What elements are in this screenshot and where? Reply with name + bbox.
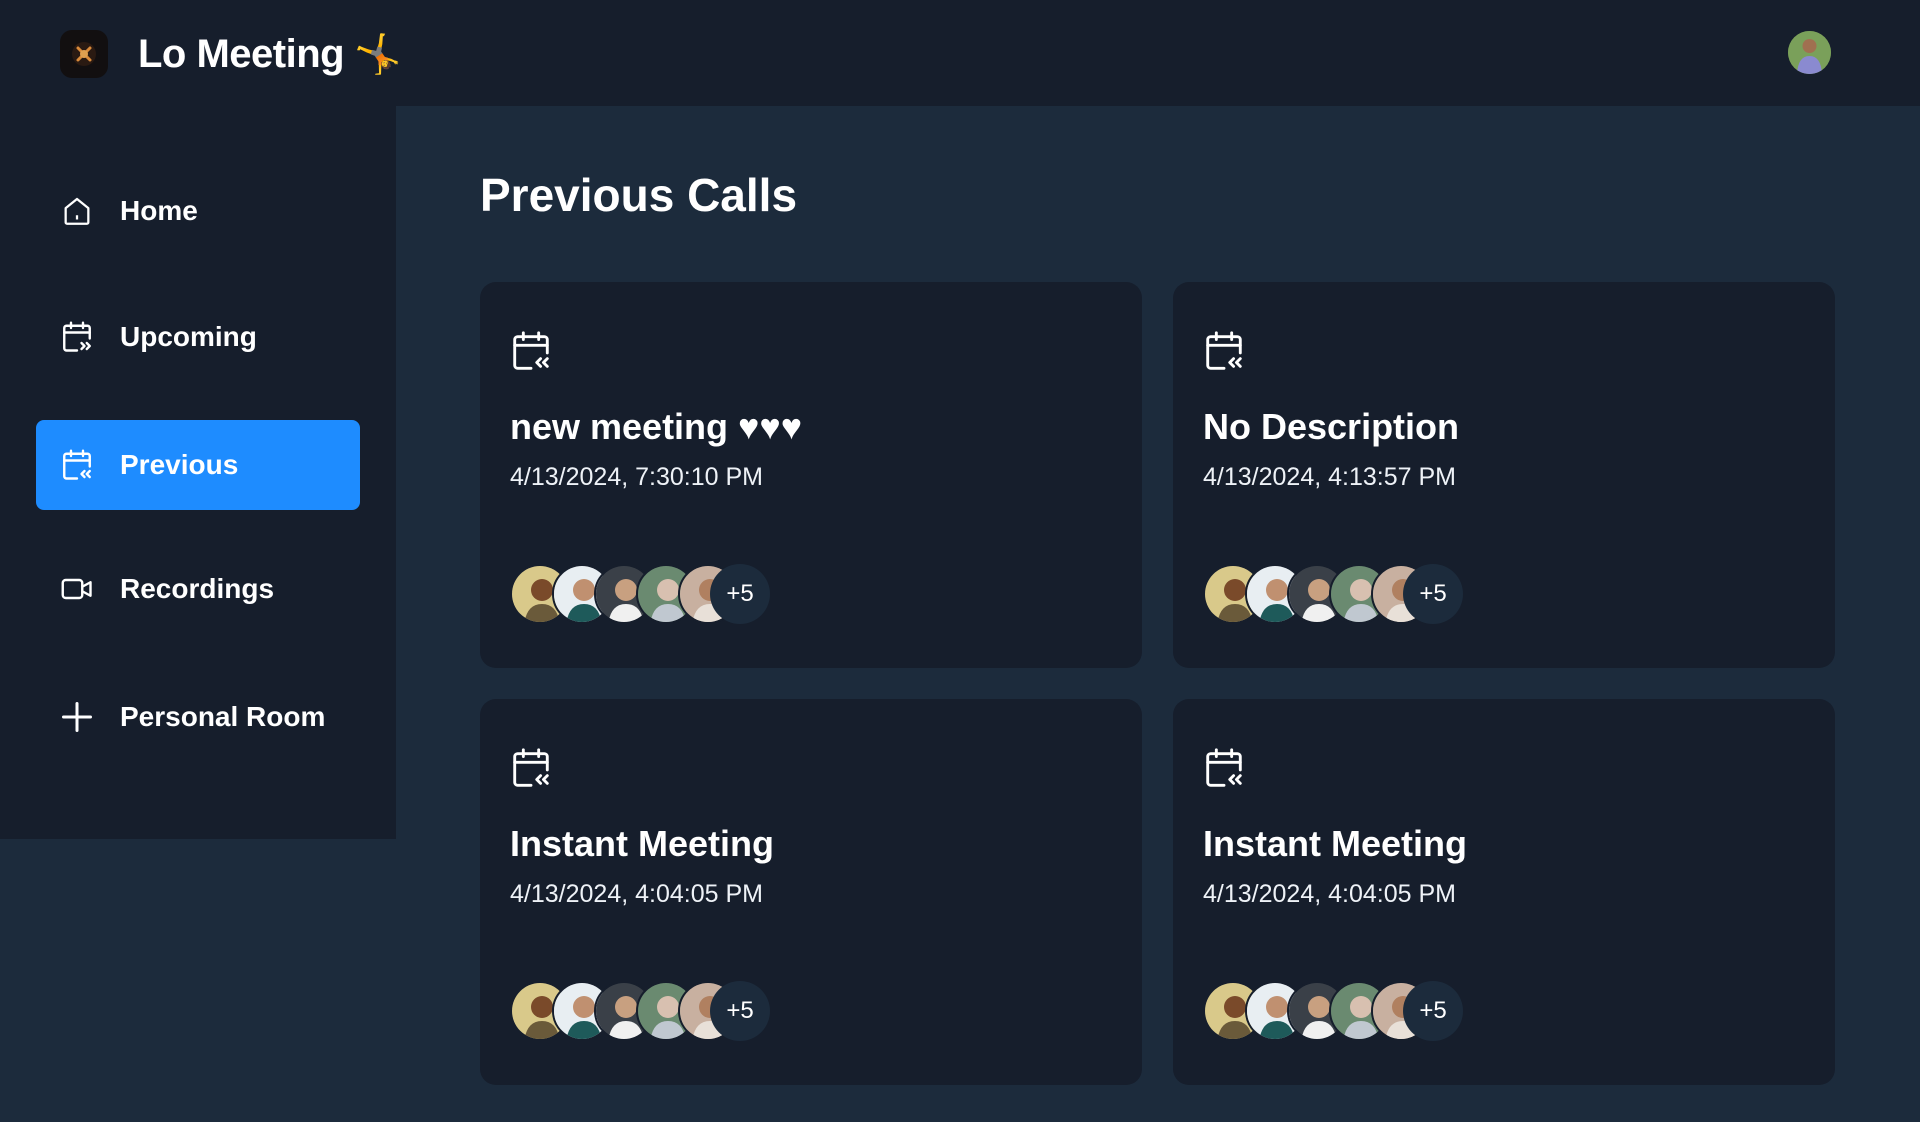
sidebar-item-home[interactable]: Home: [36, 166, 360, 256]
card-title: Instant Meeting: [510, 823, 775, 864]
calendar-forward-icon: [58, 318, 96, 356]
participant-avatars: +5: [1203, 981, 1483, 1041]
card-date: 4/13/2024, 4:04:05 PM: [510, 880, 763, 908]
logo-icon[interactable]: [60, 30, 108, 78]
sidebar-item-recordings[interactable]: Recordings: [36, 544, 360, 634]
calendar-back-icon: [58, 446, 96, 484]
plus-icon: [58, 698, 96, 736]
sidebar: Home Upcoming Previous Recordings Person…: [0, 106, 396, 839]
more-participants-badge: +5: [710, 564, 770, 624]
participant-avatars: +5: [510, 564, 790, 624]
meeting-card[interactable]: Instant Meeting 4/13/2024, 4:04:05 PM +5: [1173, 699, 1835, 1085]
card-date: 4/13/2024, 4:13:57 PM: [1203, 463, 1456, 491]
participant-avatars: +5: [1203, 564, 1483, 624]
card-title: new meeting ♥♥♥: [510, 406, 803, 447]
more-participants-badge: +5: [1403, 981, 1463, 1041]
sidebar-item-label: Recordings: [120, 573, 275, 604]
video-icon: [58, 570, 96, 608]
participant-avatars: +5: [510, 981, 790, 1041]
more-participants-badge: +5: [710, 981, 770, 1041]
card-date: 4/13/2024, 7:30:10 PM: [510, 463, 763, 491]
sidebar-item-label: Home: [120, 195, 198, 226]
meeting-card[interactable]: new meeting ♥♥♥ 4/13/2024, 7:30:10 PM +5: [480, 282, 1142, 668]
calendar-back-icon: [1201, 745, 1247, 791]
sidebar-item-label: Previous: [120, 449, 239, 480]
app-title[interactable]: Lo Meeting 🤸: [138, 28, 401, 81]
calendar-back-icon: [508, 745, 554, 791]
sidebar-item-upcoming[interactable]: Upcoming: [36, 292, 360, 382]
card-title: No Description: [1203, 406, 1460, 447]
sidebar-item-label: Upcoming: [120, 321, 257, 352]
calendar-back-icon: [508, 328, 554, 374]
page-title: Previous Calls: [480, 169, 798, 221]
sidebar-item-previous[interactable]: Previous: [36, 420, 360, 510]
app-title-emoji: 🤸: [354, 34, 401, 76]
calendar-back-icon: [1201, 328, 1247, 374]
home-icon: [58, 192, 96, 230]
top-navbar: Lo Meeting 🤸: [0, 0, 1920, 106]
meeting-card[interactable]: No Description 4/13/2024, 4:13:57 PM +5: [1173, 282, 1835, 668]
app-title-text: Lo Meeting: [138, 32, 345, 76]
card-date: 4/13/2024, 4:04:05 PM: [1203, 880, 1456, 908]
card-title: Instant Meeting: [1203, 823, 1468, 864]
user-avatar[interactable]: [1788, 31, 1831, 74]
meeting-card[interactable]: Instant Meeting 4/13/2024, 4:04:05 PM +5: [480, 699, 1142, 1085]
more-participants-badge: +5: [1403, 564, 1463, 624]
sidebar-item-label: Personal Room: [120, 701, 326, 732]
sidebar-item-personal-room[interactable]: Personal Room: [36, 672, 360, 762]
